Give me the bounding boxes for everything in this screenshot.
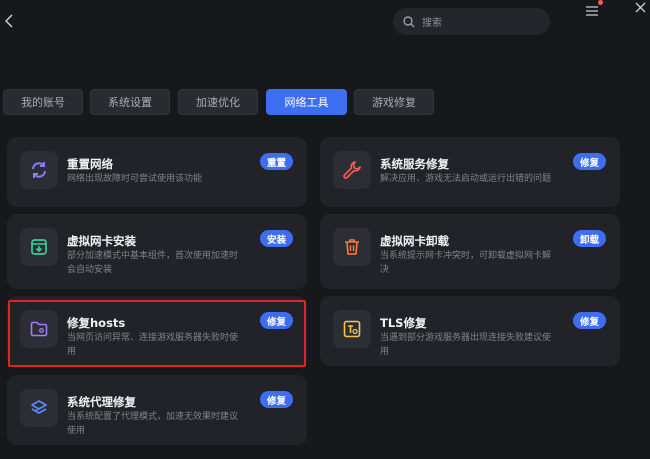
card-title: 修复hosts — [67, 316, 126, 330]
notification-dot — [598, 0, 603, 5]
folder-icon — [20, 310, 58, 348]
card-system-proxy-repair: 系统代理修复 当系统配置了代理模式，加速无效果时建议使用 修复 — [7, 375, 307, 445]
trash-icon — [333, 228, 371, 266]
wrench-icon — [333, 151, 371, 189]
card-description: 当网页访问异常、连接游戏服务器失败时使用 — [67, 333, 239, 357]
tab-system-settings[interactable]: 系统设置 — [90, 89, 170, 115]
chevron-left-icon — [5, 14, 13, 28]
tls-repair-button[interactable]: 修复 — [572, 312, 606, 329]
card-tls-repair: TLS修复 当遇到部分游戏服务器出现连接失败建议使用 修复 — [320, 296, 620, 366]
close-icon — [635, 2, 645, 12]
card-title: 虚拟网卡安装 — [67, 234, 136, 248]
proxy-repair-button[interactable]: 修复 — [259, 391, 293, 408]
card-system-service-repair: 系统服务修复 解决应用、游戏无法启动或运行出错的问题 修复 — [320, 137, 620, 207]
card-description: 当系统提示网卡冲突时，可卸载虚拟网卡解决 — [380, 251, 552, 275]
tls-icon — [333, 310, 371, 348]
uninstall-button[interactable]: 卸载 — [572, 230, 606, 247]
close-button[interactable] — [632, 0, 648, 14]
card-title: 系统服务修复 — [380, 157, 449, 171]
search-input[interactable]: 搜索 — [393, 8, 550, 35]
card-repair-hosts: 修复hosts 当网页访问异常、连接游戏服务器失败时使用 修复 — [7, 296, 307, 368]
repair-hosts-button[interactable]: 修复 — [259, 312, 293, 329]
search-icon — [403, 15, 415, 27]
card-description: 网络出现故障时可尝试使用该功能 — [67, 174, 203, 184]
card-description: 当遇到部分游戏服务器出现连接失败建议使用 — [380, 333, 552, 357]
refresh-icon — [20, 151, 58, 189]
card-reset-network: 重置网络 网络出现故障时可尝试使用该功能 重置 — [7, 137, 307, 207]
tab-game-repair[interactable]: 游戏修复 — [354, 89, 434, 115]
reset-button[interactable]: 重置 — [259, 153, 293, 170]
card-title: 虚拟网卡卸载 — [380, 234, 449, 248]
card-title: 系统代理修复 — [67, 395, 136, 409]
menu-icon — [586, 6, 598, 16]
repair-button[interactable]: 修复 — [572, 153, 606, 170]
card-title: TLS修复 — [380, 316, 427, 330]
card-description: 解决应用、游戏无法启动或运行出错的问题 — [380, 174, 552, 184]
card-description: 部分加速模式中基本组件，首次使用加速时会自动安装 — [67, 251, 239, 275]
tab-my-account[interactable]: 我的账号 — [3, 89, 83, 115]
back-button[interactable] — [2, 11, 16, 31]
tab-acceleration[interactable]: 加速优化 — [178, 89, 258, 115]
card-virtual-nic-uninstall: 虚拟网卡卸载 当系统提示网卡冲突时，可卸载虚拟网卡解决 卸载 — [320, 214, 620, 289]
card-description: 当系统配置了代理模式，加速无效果时建议使用 — [67, 412, 239, 436]
search-placeholder: 搜索 — [422, 18, 442, 29]
download-box-icon — [20, 228, 58, 266]
card-virtual-nic-install: 虚拟网卡安装 部分加速模式中基本组件，首次使用加速时会自动安装 安装 — [7, 214, 307, 289]
layers-icon — [20, 389, 58, 427]
card-title: 重置网络 — [67, 157, 113, 171]
install-button[interactable]: 安装 — [259, 230, 293, 247]
tab-network-tools[interactable]: 网络工具 — [266, 89, 347, 115]
